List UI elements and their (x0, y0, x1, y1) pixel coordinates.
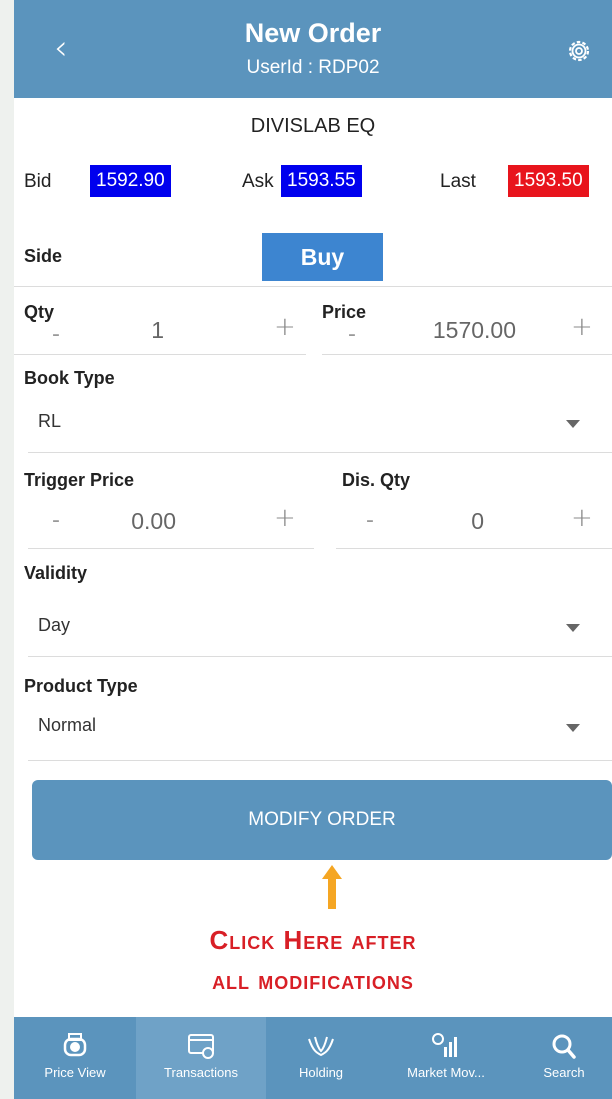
price-view-icon (63, 1033, 87, 1057)
validity-select[interactable]: Day (38, 615, 70, 636)
instrument-symbol: DIVISLAB EQ (250, 115, 376, 137)
trigger-price-label: Trigger Price (24, 470, 135, 490)
qty-label: Qty (24, 302, 55, 322)
qty-input[interactable]: 1 (74, 317, 164, 344)
ask-value: 1593.55 (281, 165, 362, 197)
chevron-down-icon[interactable] (566, 724, 580, 732)
gear-icon[interactable] (566, 38, 592, 64)
price-plus-button[interactable]: + (571, 312, 593, 342)
book-type-select[interactable]: RL (38, 411, 61, 432)
tab-label: Search (543, 1065, 585, 1080)
arrow-up-icon (322, 865, 342, 909)
tab-market-movers[interactable]: Market Mov... (376, 1017, 516, 1099)
bid-label: Bid (24, 171, 52, 192)
user-id-label: UserId : RDP02 (246, 57, 380, 78)
tab-label: Holding (298, 1065, 344, 1080)
search-icon (552, 1034, 576, 1059)
product-type-label: Product Type (24, 676, 138, 696)
price-underline (322, 354, 612, 355)
last-value: 1593.50 (508, 165, 589, 197)
trigger-price-input[interactable]: 0.00 (84, 508, 176, 535)
app-header: ‹ New Order UserId : RDP02 (14, 0, 612, 98)
price-minus-button[interactable]: - (348, 322, 356, 347)
product-type-underline (28, 760, 612, 761)
trigger-price-minus-button[interactable]: - (52, 508, 60, 533)
tab-label: Transactions (164, 1065, 238, 1080)
tab-label: Market Mov... (407, 1065, 485, 1080)
price-label: Price (322, 302, 367, 322)
book-type-label: Book Type (24, 368, 115, 388)
tab-holding[interactable]: Holding (266, 1017, 376, 1099)
validity-label: Validity (24, 563, 88, 583)
price-input[interactable]: 1570.00 (374, 317, 516, 344)
validity-underline (28, 656, 612, 657)
product-type-select[interactable]: Normal (38, 715, 96, 736)
side-buy-button[interactable]: Buy (262, 233, 383, 281)
dis-qty-minus-button[interactable]: - (366, 508, 374, 533)
trigger-price-underline (28, 548, 314, 549)
book-type-underline (28, 452, 612, 453)
trigger-price-plus-button[interactable]: + (274, 503, 296, 533)
last-label: Last (440, 171, 476, 192)
page-title: New Order (244, 18, 382, 48)
tab-label: Price View (44, 1065, 106, 1080)
chevron-down-icon[interactable] (566, 624, 580, 632)
dis-qty-label: Dis. Qty (342, 470, 411, 490)
chevron-down-icon[interactable] (566, 420, 580, 428)
ask-label: Ask (242, 171, 274, 192)
side-label: Side (24, 246, 63, 266)
app-frame: ‹ New Order UserId : RDP02 DIVISLAB EQ B… (14, 0, 612, 1099)
annotation-line-1: Click Here after (209, 925, 417, 955)
qty-plus-button[interactable]: + (274, 312, 296, 342)
holding-icon (308, 1036, 334, 1057)
tab-transactions[interactable]: Transactions (136, 1017, 266, 1099)
transactions-icon (188, 1034, 214, 1059)
tab-price-view[interactable]: Price View (14, 1017, 136, 1099)
modify-order-button[interactable]: MODIFY ORDER (32, 780, 612, 860)
annotation-line-2: all modifications (212, 965, 414, 995)
bid-value: 1592.90 (90, 165, 171, 197)
qty-underline (14, 354, 306, 355)
dis-qty-underline (336, 548, 612, 549)
qty-minus-button[interactable]: - (52, 322, 60, 347)
divider (14, 286, 612, 287)
dis-qty-input[interactable]: 0 (414, 508, 484, 535)
dis-qty-plus-button[interactable]: + (571, 503, 593, 533)
market-movers-icon (432, 1033, 457, 1057)
tab-search[interactable]: Search (516, 1017, 612, 1099)
bottom-tab-bar: Price View Transactions Holding Market M… (14, 1017, 612, 1099)
